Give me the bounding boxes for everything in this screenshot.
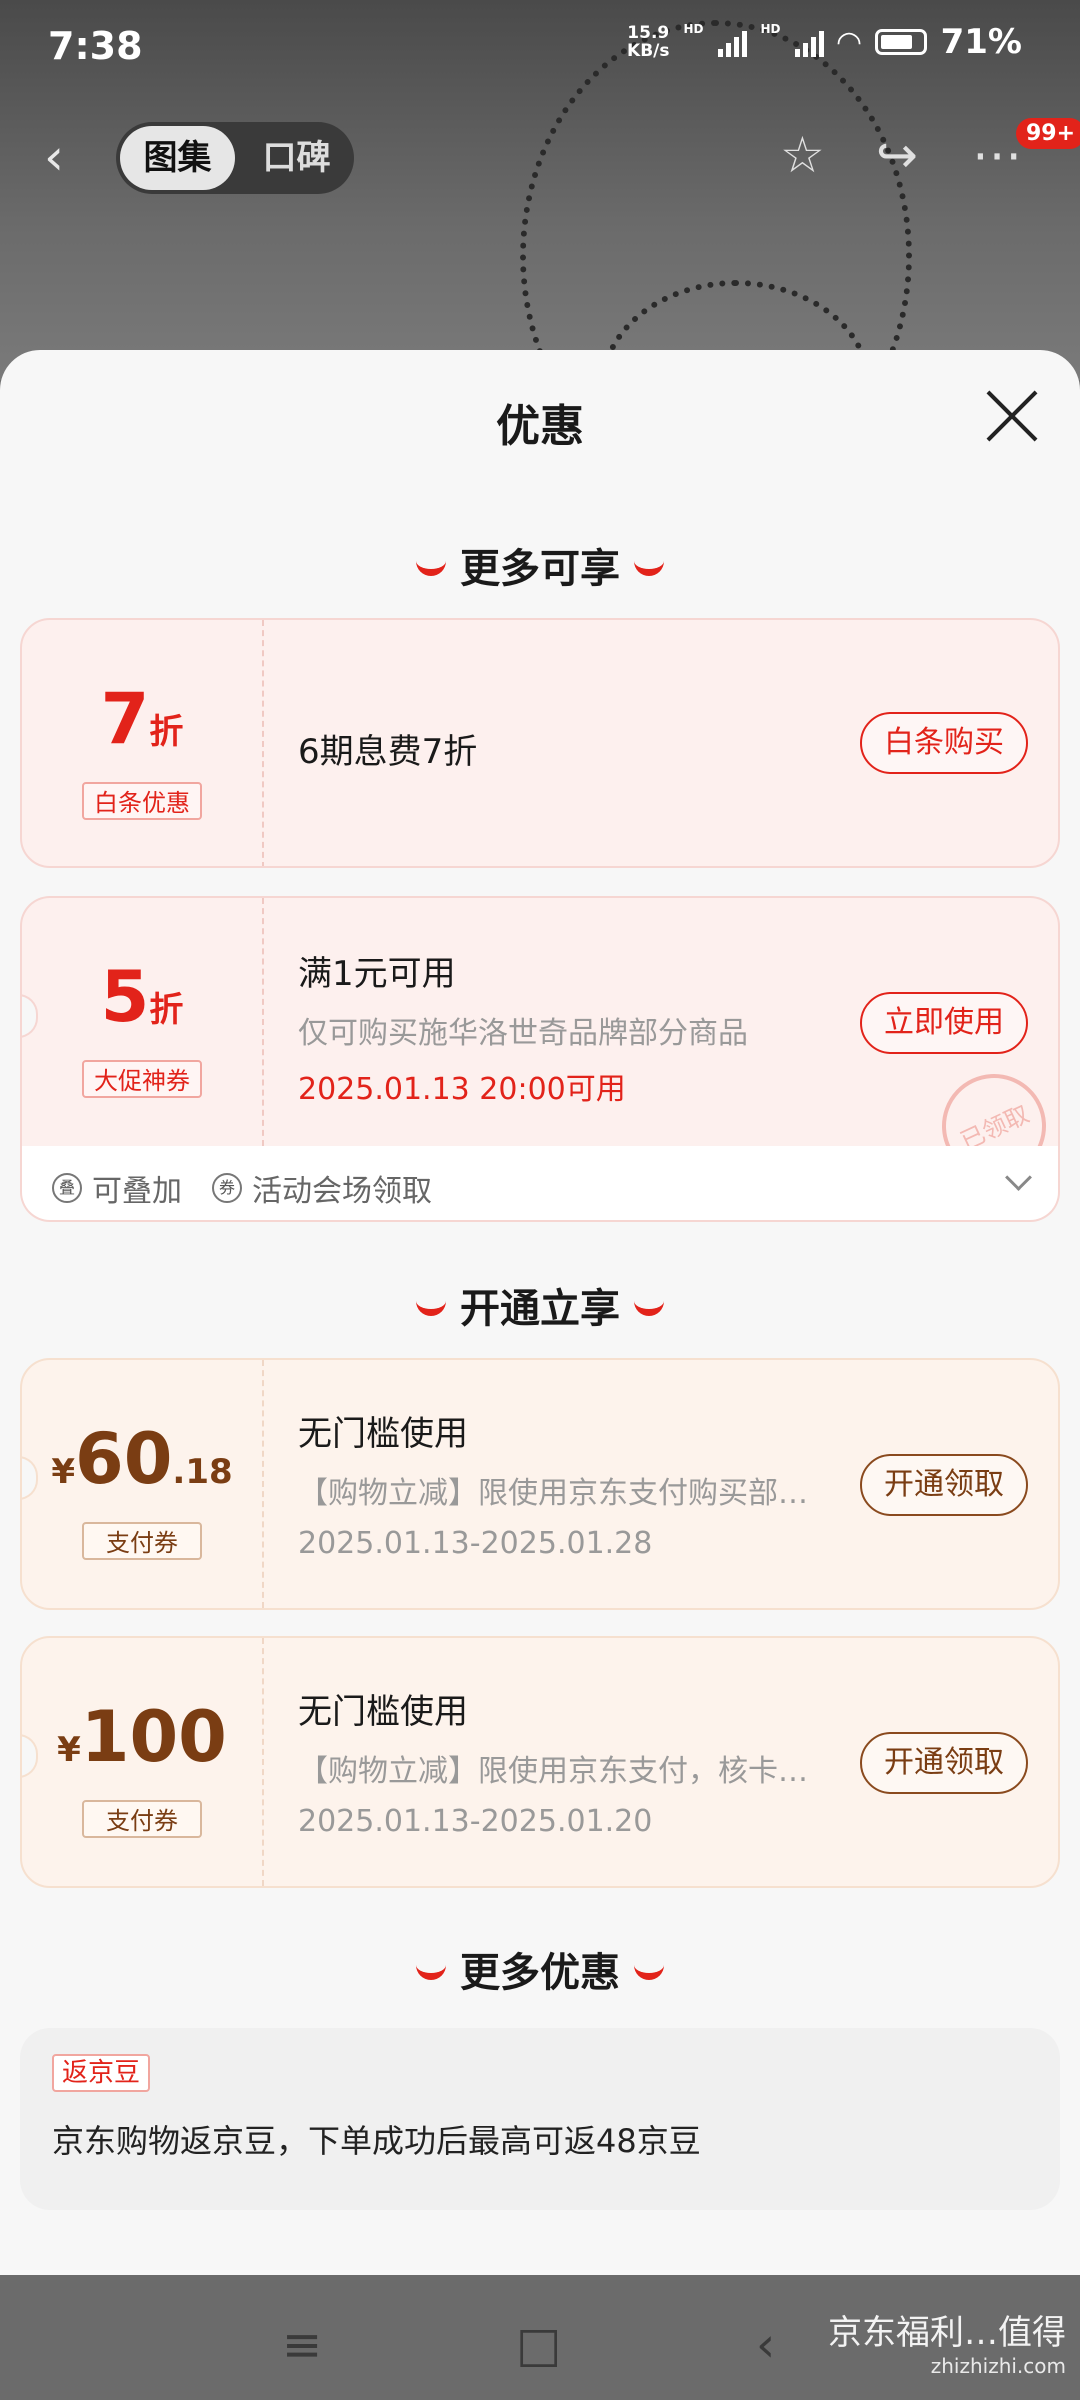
battery-level: 71% [940, 22, 1022, 62]
coupon-card-pay-60: ¥60.18 支付券 无门槛使用 【购物立减】限使用京东支付购买部… 2025.… [20, 1358, 1060, 1610]
coupon-card-pay-100: ¥100 支付券 无门槛使用 【购物立减】限使用京东支付，核卡… 2025.01… [20, 1636, 1060, 1888]
menu-icon[interactable]: ≡ [282, 2317, 322, 2373]
section-heading-more-offers: 更多优惠 [0, 1940, 1080, 1998]
coupon-title: 满1元可用 [298, 954, 456, 994]
coupon-card-baitiao: 7折 白条优惠 6期息费7折 白条购买 [20, 618, 1060, 868]
coupon-tag: 支付券 [82, 1800, 202, 1838]
coupon-tag: 白条优惠 [82, 782, 202, 820]
more-icon[interactable]: ⋯ [972, 126, 1022, 184]
coupon-desc: 【购物立减】限使用京东支付，核卡… [298, 1754, 808, 1789]
top-navigation: ‹ 图集 口碑 ☆ ↪ ⋯ 99+ [0, 118, 1080, 198]
section-heading-open: 开通立享 [0, 1276, 1080, 1334]
activate-claim-button[interactable]: 开通领取 [860, 1732, 1028, 1794]
signal-icon-2 [794, 27, 824, 57]
network-speed: 15.9 KB/s [627, 23, 670, 61]
close-icon[interactable] [984, 388, 1040, 444]
jingdou-offer-card: 返京豆 京东购物返京豆，下单成功后最高可返48京豆 [20, 2028, 1060, 2210]
view-switcher: 图集 口碑 [116, 122, 354, 194]
coupon-desc: 仅可购买施华洛世奇品牌部分商品 [298, 1016, 748, 1051]
wifi-icon: ◠ [837, 24, 861, 60]
star-icon[interactable]: ☆ [780, 126, 825, 184]
tab-gallery[interactable]: 图集 [120, 126, 235, 190]
jingdou-text: 京东购物返京豆，下单成功后最高可返48京豆 [52, 2122, 701, 2160]
coupon-title: 无门槛使用 [298, 1692, 468, 1732]
chevron-down-icon[interactable] [1005, 1164, 1032, 1191]
system-navigation-bar: ≡ □ ‹ 京东福利…值得 zhizhizhi.com [0, 2275, 1080, 2400]
jingdou-tag: 返京豆 [52, 2054, 151, 2092]
battery-icon [874, 29, 927, 55]
claimed-stamp: 已领取 [924, 1056, 1058, 1146]
coupon-meta-row[interactable]: 叠可叠加 券活动会场领取 [20, 1146, 1060, 1222]
coupon-date: 2025.01.13-2025.01.20 [298, 1804, 653, 1839]
offers-sheet: 优惠 更多可享 7折 白条优惠 6期息费7折 白条购买 5折 大促神券 满1元可… [0, 350, 1080, 2275]
sheet-title: 优惠 [496, 401, 584, 452]
back-nav-icon[interactable]: ‹ [756, 2317, 775, 2373]
coupon-tag: 支付券 [82, 1522, 202, 1560]
status-time: 7:38 [48, 24, 143, 68]
use-now-button[interactable]: 立即使用 [860, 992, 1028, 1054]
notification-badge: 99+ [1016, 118, 1080, 149]
status-bar: 7:38 15.9 KB/s HD HD ◠ 71% [48, 22, 1022, 68]
baitiao-buy-button[interactable]: 白条购买 [860, 712, 1028, 774]
section-heading-more: 更多可享 [0, 536, 1080, 594]
coupon-date: 2025.01.13-2025.01.28 [298, 1526, 653, 1561]
coupon-amount: ¥60.18 [51, 1418, 233, 1500]
coupon-tag: 大促神券 [82, 1060, 202, 1098]
signal-icon [717, 27, 747, 57]
share-icon[interactable]: ↪ [876, 126, 918, 184]
coupon-title: 无门槛使用 [298, 1414, 468, 1454]
ticket-icon: 券 [212, 1173, 242, 1203]
home-icon[interactable]: □ [516, 2317, 561, 2373]
discount-value: 7折 [100, 678, 184, 760]
coupon-card-promo: 5折 大促神券 满1元可用 仅可购买施华洛世奇品牌部分商品 2025.01.13… [20, 896, 1060, 1146]
activate-claim-button[interactable]: 开通领取 [860, 1454, 1028, 1516]
discount-value: 5折 [100, 956, 184, 1038]
watermark: 京东福利…值得 zhizhizhi.com [828, 2313, 1066, 2378]
back-icon[interactable]: ‹ [44, 132, 88, 182]
coupon-desc: 【购物立减】限使用京东支付购买部… [298, 1476, 808, 1511]
coupon-title: 6期息费7折 [298, 732, 478, 772]
coupon-date: 2025.01.13 20:00可用 [298, 1072, 626, 1107]
stack-icon: 叠 [52, 1173, 82, 1203]
tab-reviews[interactable]: 口碑 [239, 126, 354, 190]
coupon-amount: ¥100 [57, 1696, 227, 1778]
